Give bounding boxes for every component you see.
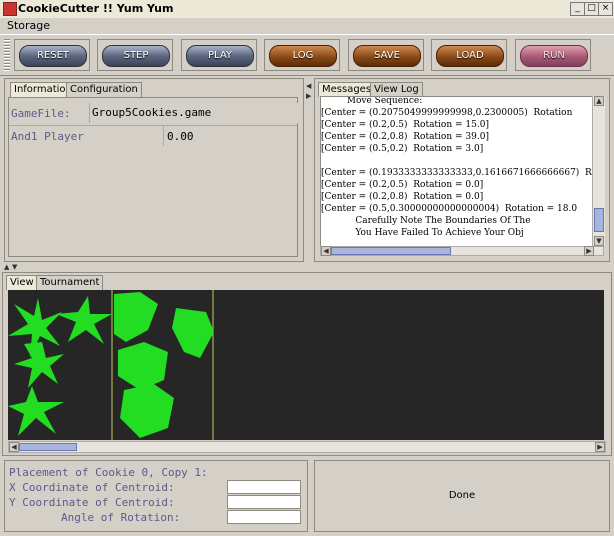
reset-button-label: RESET [19,45,87,67]
message-line: Carefully Note The Boundaries Of The [321,216,531,226]
hexagon-cookie [172,308,214,358]
run-button-label: RUN [520,45,588,67]
scroll-left-icon[interactable]: ◀ [321,246,331,256]
y-centroid-input[interactable] [227,495,301,509]
save-button[interactable]: SAVE [348,39,424,71]
messages-log[interactable]: Move Sequence: [Center = (0.2075049999999… [320,96,594,248]
message-line: [Center = (0.5,0.2) Rotation = 3.0] [321,144,484,154]
scroll-thumb[interactable] [594,208,604,232]
hexagon-cookies [114,292,214,438]
close-button[interactable]: × [598,2,613,16]
player-score: 0.00 [167,130,194,143]
gamefile-label: GameFile: [11,107,71,120]
message-line: [Center = (0.2,0.5) Rotation = 15.0] [321,120,489,130]
message-line: You Have Failed To Achieve Your Obj [321,228,524,238]
log-button-label: LOG [269,45,337,67]
split-left-icon[interactable]: ◀ [306,82,311,90]
step-button-label: STEP [102,45,170,67]
scroll-thumb[interactable] [19,443,77,451]
step-button[interactable]: STEP [97,39,173,71]
message-line: [Center = (0.2075049999999998,0.2300005)… [321,108,573,118]
save-button-label: SAVE [353,45,421,67]
play-button-label: PLAY [186,45,254,67]
scroll-right-icon[interactable]: ▶ [584,246,594,256]
toolbar: RESET STEP PLAY LOG SAVE LOAD RUN [0,34,614,76]
reset-button[interactable]: RESET [14,39,90,71]
minimize-button[interactable]: _ [570,2,585,16]
rotation-angle-input[interactable] [227,510,301,524]
hexagon-cookie [118,342,168,390]
placement-panel: Placement of Cookie 0, Copy 1: X Coordin… [4,460,308,532]
divider [9,125,297,126]
game-canvas[interactable] [8,290,604,440]
tab-configuration[interactable]: Configuration [66,82,142,97]
message-line: [Center = (0.2,0.8) Rotation = 0.0] [321,192,484,202]
message-line: [Center = (0.2,0.8) Rotation = 39.0] [321,132,489,142]
load-button-label: LOAD [436,45,504,67]
messages-hscrollbar[interactable]: ◀ ▶ [320,246,604,256]
window-title: CookieCutter !! Yum Yum [18,2,174,15]
view-hscrollbar[interactable]: ◀ ▶ [8,441,606,453]
load-button[interactable]: LOAD [431,39,507,71]
x-centroid-label: X Coordinate of Centroid: [9,481,175,494]
split-down-icon[interactable]: ▼ [12,263,17,271]
cookie-board [8,290,214,440]
hexagon-cookie [120,384,174,438]
run-button[interactable]: RUN [515,39,591,71]
tab-view[interactable]: View [6,275,38,290]
tab-view-log[interactable]: View Log [370,82,423,97]
star-cookie [8,386,64,436]
split-right-icon[interactable]: ▶ [306,92,311,100]
gamefile-value: Group5Cookies.game [89,103,298,123]
star-cookie [56,296,112,344]
star-cookie [14,342,64,388]
split-up-icon[interactable]: ▲ [4,263,9,271]
scroll-down-icon[interactable]: ▼ [594,236,604,246]
rotation-angle-label: Angle of Rotation: [61,511,181,524]
menu-bar: Storage [0,18,614,34]
play-button[interactable]: PLAY [181,39,257,71]
message-line: [Center = (0.5,0.30000000000000004) Rota… [321,204,578,214]
horizontal-splitter[interactable]: ▲ ▼ [0,263,614,271]
scroll-right-icon[interactable]: ▶ [595,442,605,452]
log-button[interactable]: LOG [264,39,340,71]
tab-messages[interactable]: Messages [318,82,376,97]
scroll-up-icon[interactable]: ▲ [594,96,604,106]
vertical-splitter[interactable]: ◀ ▶ [305,78,313,262]
star-cookies [8,296,112,436]
done-button[interactable]: Done [314,460,610,532]
message-line: Move Sequence: [321,96,423,106]
info-content: GameFile: Group5Cookies.game And1 Player… [8,97,298,257]
player-label: And1 Player [11,130,84,143]
toolbar-grip[interactable] [4,39,10,71]
hexagon-cookie [114,292,158,342]
placement-title: Placement of Cookie 0, Copy 1: [9,466,208,479]
x-centroid-input[interactable] [227,480,301,494]
y-centroid-label: Y Coordinate of Centroid: [9,496,175,509]
messages-vscrollbar[interactable]: ▲ ▼ [592,96,605,246]
scroll-thumb[interactable] [331,247,451,255]
app-icon [3,2,17,16]
title-bar: CookieCutter !! Yum Yum _ □ × [0,0,614,19]
tab-tournament[interactable]: Tournament [36,275,104,290]
scroll-left-icon[interactable]: ◀ [9,442,19,452]
menu-storage[interactable]: Storage [7,19,50,32]
message-line: [Center = (0.2,0.5) Rotation = 0.0] [321,180,484,190]
message-line: [Center = (0.1933333333333333,0.16166716… [321,168,592,178]
maximize-button[interactable]: □ [584,2,599,16]
divider [163,126,164,146]
